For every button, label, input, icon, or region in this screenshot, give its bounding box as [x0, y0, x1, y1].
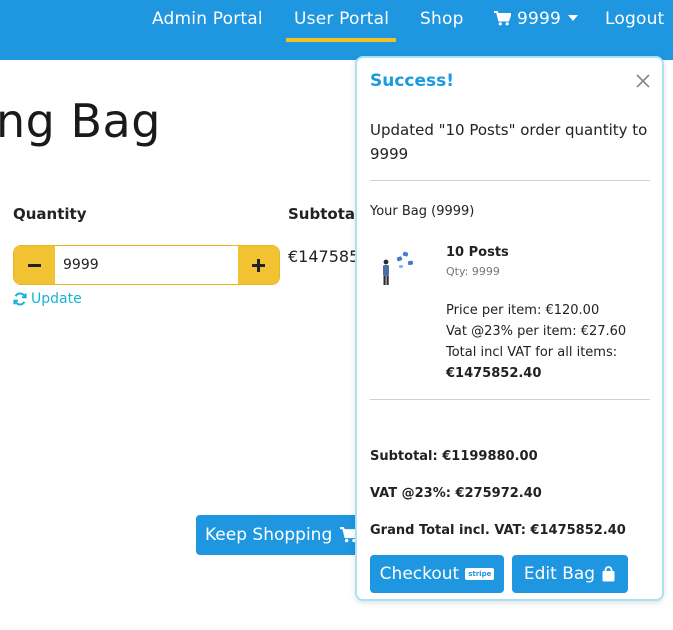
edit-bag-label: Edit Bag — [523, 564, 596, 584]
bag-count-label: Your Bag (9999) — [370, 204, 475, 219]
refresh-icon — [13, 292, 27, 306]
toast-message: Updated "10 Posts" order quantity to 999… — [370, 121, 648, 163]
divider — [370, 180, 650, 181]
checkout-label: Checkout — [379, 564, 460, 584]
quantity-stepper — [13, 245, 280, 285]
toast-header: Success! — [357, 58, 662, 106]
price-per-item: Price per item: €120.00 — [446, 303, 600, 318]
keep-shopping-button[interactable]: Keep Shopping — [196, 515, 361, 555]
product-qty: Qty: 9999 — [446, 265, 500, 278]
nav-bag-dropdown[interactable]: 9999 — [494, 9, 579, 29]
nav-admin-portal[interactable]: Admin Portal — [152, 9, 263, 29]
close-icon[interactable] — [634, 72, 652, 90]
toast-title: Success! — [370, 71, 455, 91]
product-name: 10 Posts — [446, 245, 509, 260]
subtotal-column-label: Subtotal — [288, 205, 361, 223]
minus-icon — [28, 263, 41, 267]
decrement-button[interactable] — [14, 246, 55, 284]
success-toast: Success! Updated "10 Posts" order quanti… — [355, 56, 664, 601]
shopping-bag-icon — [602, 566, 615, 582]
quantity-column-label: Quantity — [13, 205, 87, 223]
subtotal-value: €147585 — [288, 247, 360, 266]
nav-bag-count: 9999 — [517, 9, 562, 29]
nav-logout[interactable]: Logout — [605, 9, 664, 29]
keep-shopping-label: Keep Shopping — [205, 525, 333, 545]
total-label: Total incl VAT for all items: — [446, 345, 618, 360]
total-value: €1475852.40 — [446, 366, 542, 381]
update-link[interactable]: Update — [13, 291, 82, 307]
nav-active-indicator — [286, 38, 396, 42]
navbar: Admin Portal User Portal Shop 9999 Logou… — [0, 0, 673, 60]
increment-button[interactable] — [238, 246, 279, 284]
quantity-input[interactable] — [55, 246, 238, 284]
summary-grand-total: Grand Total incl. VAT: €1475852.40 — [370, 523, 626, 538]
page-title: ng Bag — [0, 94, 161, 148]
cart-icon — [494, 11, 511, 26]
divider — [370, 399, 650, 400]
summary-vat: VAT @23%: €275972.40 — [370, 486, 542, 501]
vat-per-item: Vat @23% per item: €27.60 — [446, 324, 627, 339]
checkout-button[interactable]: Checkout stripe — [370, 555, 504, 593]
edit-bag-button[interactable]: Edit Bag — [512, 555, 628, 593]
stripe-badge: stripe — [465, 568, 495, 580]
product-image — [383, 251, 414, 285]
summary-subtotal: Subtotal: €1199880.00 — [370, 449, 538, 464]
update-label: Update — [31, 291, 82, 307]
chevron-down-icon — [568, 15, 579, 21]
nav-user-portal[interactable]: User Portal — [294, 9, 389, 29]
nav-shop[interactable]: Shop — [420, 9, 464, 29]
